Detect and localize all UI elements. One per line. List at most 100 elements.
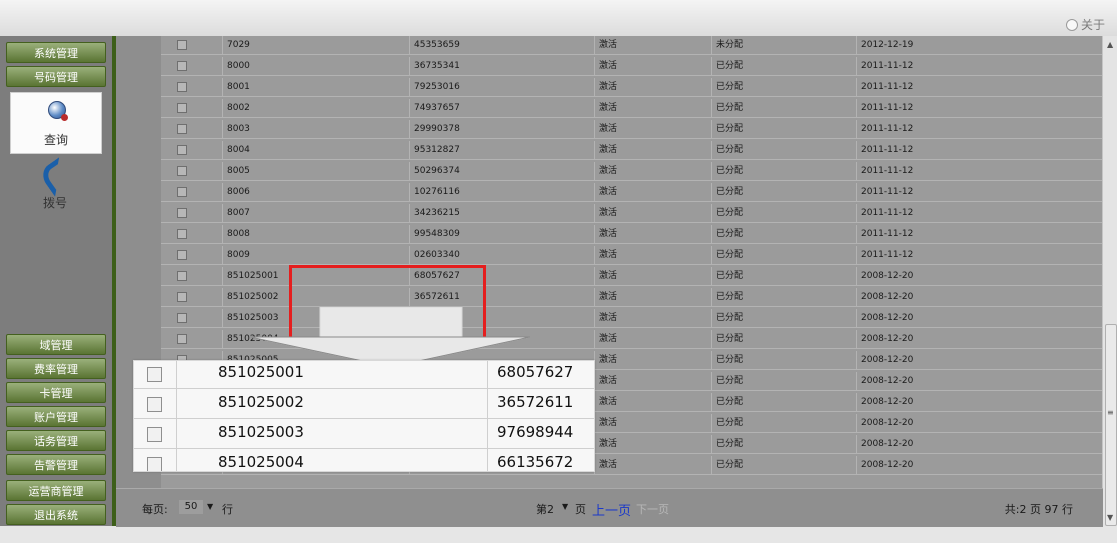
number-cell: 8005 [222,162,409,180]
status-cell: 激活 [594,120,711,138]
table-row[interactable]: 8004 95312827 激活 已分配 2011-11-12 [161,141,1103,160]
row-checkbox[interactable] [177,82,187,92]
date-cell: 2011-11-12 [856,204,1103,222]
query-panel[interactable]: 查询 [10,92,102,154]
row-checkbox[interactable] [177,40,187,50]
dial-panel[interactable]: 拨号 [10,157,100,216]
table-row[interactable]: 8000 36735341 激活 已分配 2011-11-12 [161,57,1103,76]
status-cell: 激活 [594,225,711,243]
prev-page-link[interactable]: 上一页 [592,500,631,519]
number-cell: 8002 [222,99,409,117]
row-checkbox[interactable] [177,124,187,134]
allocation-cell: 已分配 [711,120,856,138]
row-checkbox[interactable] [177,145,187,155]
date-cell: 2011-11-12 [856,78,1103,96]
nav-rate-management[interactable]: 费率管理 [6,358,106,379]
status-cell: 激活 [594,78,711,96]
sidebar: 系统管理 号码管理 查询 拨号 域管理 费率管理 卡管理 账户管理 话务管理 告… [0,36,116,526]
table-row[interactable]: 8009 02603340 激活 已分配 2011-11-12 [161,246,1103,265]
table-row[interactable]: 8005 50296374 激活 已分配 2011-11-12 [161,162,1103,181]
per-page-dropdown-icon[interactable]: ▼ [207,502,213,511]
row-checkbox[interactable] [177,313,187,323]
zoom-checkbox [147,367,162,382]
row-checkbox[interactable] [177,187,187,197]
zoom-password: 97698944 [497,423,574,441]
table-row[interactable]: 8001 79253016 激活 已分配 2011-11-12 [161,78,1103,97]
allocation-cell: 已分配 [711,288,856,306]
page-number-select[interactable]: 第2 [536,501,554,517]
page-dropdown-icon[interactable]: ▼ [562,502,568,511]
status-cell: 激活 [594,372,711,390]
nav-alarm-management[interactable]: 告警管理 [6,454,106,475]
zoom-arrow-icon [249,307,530,367]
query-icon [48,101,68,121]
allocation-cell: 已分配 [711,183,856,201]
password-cell: 02603340 [409,246,594,264]
number-cell: 7029 [222,36,409,54]
nav-domain-management[interactable]: 域管理 [6,334,106,355]
table-row[interactable]: 8008 99548309 激活 已分配 2011-11-12 [161,225,1103,244]
zoom-row: 851025002 36572611 [134,389,594,419]
allocation-cell: 未分配 [711,36,856,54]
status-cell: 激活 [594,204,711,222]
nav-account-management[interactable]: 账户管理 [6,406,106,427]
date-cell: 2008-12-20 [856,267,1103,285]
row-checkbox[interactable] [177,271,187,281]
number-cell: 8007 [222,204,409,222]
page-unit: 页 [575,503,586,516]
password-cell: 29990378 [409,120,594,138]
number-cell: 8003 [222,120,409,138]
row-checkbox[interactable] [177,61,187,71]
status-cell: 激活 [594,246,711,264]
status-cell: 激活 [594,57,711,75]
password-cell: 95312827 [409,141,594,159]
total-summary: 共:2 页 97 行 [1004,503,1073,516]
date-cell: 2008-12-20 [856,288,1103,306]
nav-logout[interactable]: 退出系统 [6,504,106,525]
zoom-password: 36572611 [497,393,574,411]
allocation-cell: 已分配 [711,414,856,432]
table-row[interactable]: 8002 74937657 激活 已分配 2011-11-12 [161,99,1103,118]
zoom-checkbox [147,427,162,442]
per-page-select[interactable]: 50 [179,500,203,514]
row-checkbox[interactable] [177,250,187,260]
password-cell: 50296374 [409,162,594,180]
date-cell: 2012-12-19 [856,36,1103,54]
nav-system-management[interactable]: 系统管理 [6,42,106,63]
nav-number-management[interactable]: 号码管理 [6,66,106,87]
table-row[interactable]: 8006 10276116 激活 已分配 2011-11-12 [161,183,1103,202]
password-cell: 10276116 [409,183,594,201]
about-link[interactable]: 关于 [1065,16,1105,33]
row-checkbox[interactable] [177,166,187,176]
zoom-number: 851025002 [218,393,304,411]
vertical-scrollbar[interactable]: ▲ ≡ ▼ [1102,36,1117,526]
next-page-link[interactable]: 下一页 [636,501,669,517]
row-checkbox[interactable] [177,103,187,113]
row-checkbox[interactable] [177,334,187,344]
table-row[interactable]: 8007 34236215 激活 已分配 2011-11-12 [161,204,1103,223]
table-row[interactable]: 8003 29990378 激活 已分配 2011-11-12 [161,120,1103,139]
zoom-password: 68057627 [497,363,574,381]
row-checkbox[interactable] [177,292,187,302]
date-cell: 2011-11-12 [856,99,1103,117]
zoom-checkbox [147,397,162,412]
password-cell: 79253016 [409,78,594,96]
table-row[interactable]: 7029 45353659 激活 未分配 2012-12-19 [161,36,1103,55]
zoom-password: 66135672 [497,453,574,471]
date-cell: 2011-11-12 [856,141,1103,159]
scroll-up-icon[interactable]: ▲ [1107,40,1113,49]
row-checkbox[interactable] [177,208,187,218]
zoom-number: 851025001 [218,363,304,381]
row-checkbox[interactable] [177,229,187,239]
nav-traffic-management[interactable]: 话务管理 [6,430,106,451]
allocation-cell: 已分配 [711,309,856,327]
scroll-down-icon[interactable]: ▼ [1107,513,1113,522]
scroll-thumb[interactable] [1105,324,1117,526]
nav-carrier-management[interactable]: 运营商管理 [6,480,106,501]
nav-card-management[interactable]: 卡管理 [6,382,106,403]
number-cell: 8008 [222,225,409,243]
zoom-row: 851025003 97698944 [134,419,594,449]
allocation-cell: 已分配 [711,141,856,159]
query-label: 查询 [43,133,68,147]
per-page-label: 每页: [142,503,168,516]
